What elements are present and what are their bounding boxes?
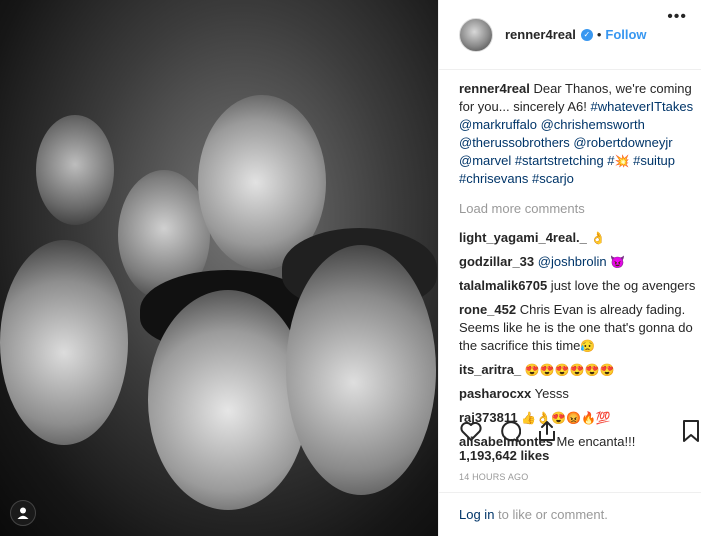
likes-count[interactable]: 1,193,642 likes <box>459 448 549 463</box>
caption-emoji: 💥 <box>614 154 630 168</box>
comments-list: renner4real Dear Thanos, we're coming fo… <box>459 80 701 457</box>
more-options-icon[interactable]: ••• <box>667 8 687 26</box>
avatar[interactable] <box>459 17 493 52</box>
comment-icon[interactable] <box>497 419 521 443</box>
login-bar: Log in to like or comment. <box>439 492 701 536</box>
list-item: rone_452 Chris Evan is already fading. S… <box>459 301 701 355</box>
caption-username[interactable]: renner4real <box>459 81 530 96</box>
separator-dot: • <box>596 27 602 42</box>
list-item: its_aritra_ 😍😍😍😍😍😍 <box>459 361 701 379</box>
list-item: light_yagami_4real._ 👌 <box>459 229 701 247</box>
login-prompt-text: to like or comment. <box>494 507 608 522</box>
comment-emoji: 😥 <box>580 339 596 353</box>
load-more-comments-button[interactable]: Load more comments <box>459 200 701 218</box>
comment-emoji: 😈 <box>606 255 625 269</box>
share-icon[interactable] <box>535 419 559 443</box>
post-side-panel: renner4real ✓ • Follow ••• renner4real D… <box>438 0 701 536</box>
photo-person-4 <box>0 240 128 445</box>
comment-emoji: 👌 <box>590 231 606 245</box>
action-bar <box>459 416 701 446</box>
photo-person-6 <box>286 245 436 495</box>
comment-username[interactable]: godzillar_33 <box>459 254 534 269</box>
comment-mention[interactable]: @joshbrolin <box>538 254 607 269</box>
photo-person-1 <box>36 115 114 225</box>
comment-text: Yesss <box>531 386 569 401</box>
verified-badge-icon: ✓ <box>580 28 593 41</box>
header-username[interactable]: renner4real <box>505 27 576 42</box>
comment-username[interactable]: pasharocxx <box>459 386 531 401</box>
caption: renner4real Dear Thanos, we're coming fo… <box>459 80 701 188</box>
user-tag-icon[interactable] <box>10 500 36 526</box>
comment-username[interactable]: rone_452 <box>459 302 516 317</box>
comment-username[interactable]: light_yagami_4real._ <box>459 230 587 245</box>
comment-emoji: 😍😍😍😍😍😍 <box>524 363 615 377</box>
follow-button[interactable]: Follow <box>605 27 646 42</box>
list-item: talalmalik6705 just love the og avengers <box>459 277 701 295</box>
comment-username[interactable]: talalmalik6705 <box>459 278 547 293</box>
bookmark-icon[interactable] <box>680 419 701 443</box>
comment-text: just love the og avengers <box>547 278 696 293</box>
post-photo[interactable] <box>0 0 438 536</box>
post-timestamp[interactable]: 14 HOURS AGO <box>459 472 528 482</box>
comment-username[interactable]: its_aritra_ <box>459 362 521 377</box>
post-header: renner4real ✓ • Follow ••• <box>439 0 701 70</box>
list-item: godzillar_33 @joshbrolin 😈 <box>459 253 701 271</box>
heart-icon[interactable] <box>459 419 483 443</box>
login-link[interactable]: Log in <box>459 507 494 522</box>
list-item: pasharocxx Yesss <box>459 385 701 403</box>
photo-person-5 <box>148 290 308 510</box>
